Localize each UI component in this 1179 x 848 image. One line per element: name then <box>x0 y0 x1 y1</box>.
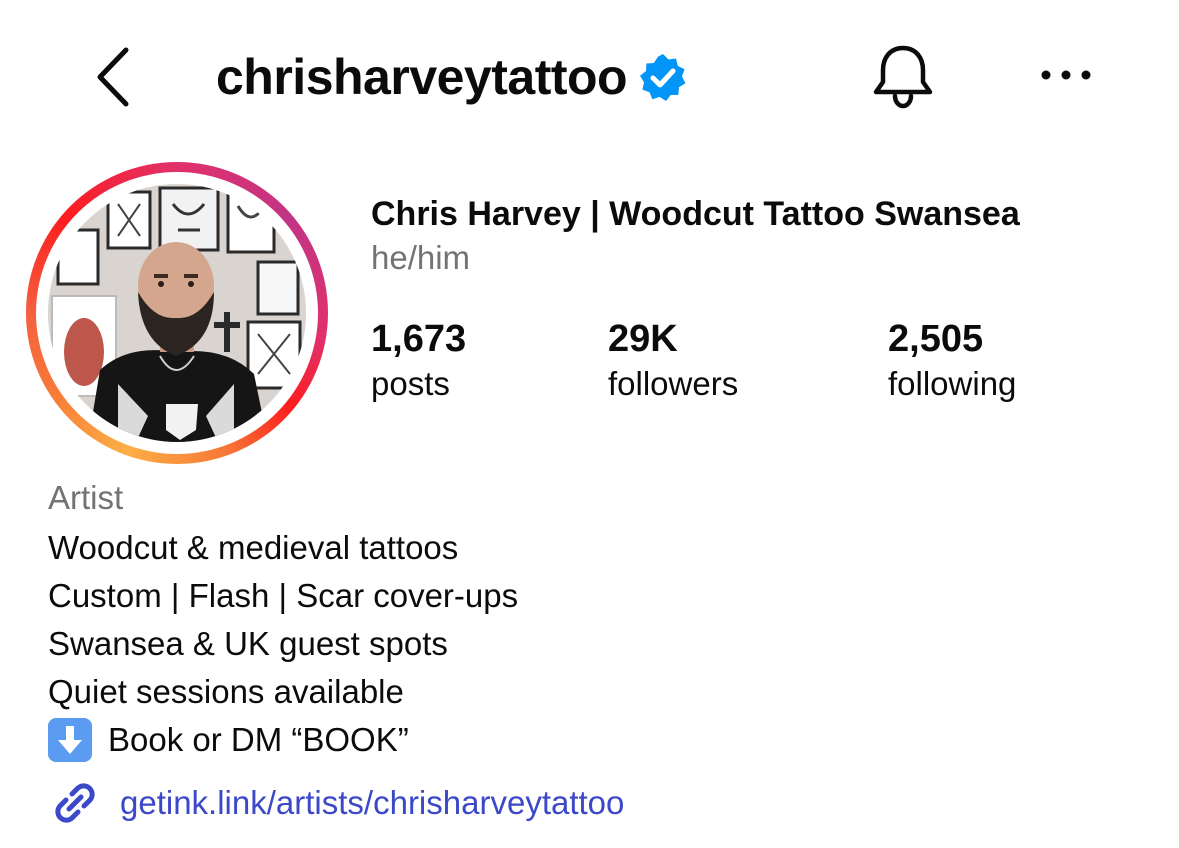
profile-pronouns: he/him <box>371 239 471 276</box>
following-count-button[interactable]: 2,505 following <box>888 316 1016 406</box>
notifications-button[interactable] <box>868 40 938 112</box>
profile-header: chrisharveytattoo <box>0 0 1179 150</box>
bio-line: Swansea & UK guest spots <box>48 625 448 662</box>
followers-label: followers <box>608 365 739 402</box>
following-count: 2,505 <box>888 318 984 360</box>
verified-badge-icon <box>640 54 686 101</box>
followers-count-button[interactable]: 29K followers <box>608 316 738 406</box>
profile-bio: Woodcut & medieval tattoos Custom | Flas… <box>48 524 518 764</box>
down-arrow-emoji-icon <box>48 718 92 762</box>
more-options-icon <box>1041 70 1091 80</box>
avatar-photo-image <box>48 184 306 442</box>
bio-line: Quiet sessions available <box>48 673 404 710</box>
followers-count: 29K <box>608 318 678 360</box>
bell-icon <box>873 45 933 109</box>
avatar <box>48 184 306 442</box>
profile-category: Artist <box>48 479 124 516</box>
bio-line-text: Book or DM “BOOK” <box>108 721 409 758</box>
username: chrisharveytattoo <box>216 49 628 105</box>
following-label: following <box>888 365 1017 402</box>
back-button[interactable] <box>88 44 144 110</box>
profile-avatar-story-ring[interactable] <box>26 162 328 464</box>
bio-line: Custom | Flash | Scar cover-ups <box>48 577 519 614</box>
username-title: chrisharveytattoo <box>216 44 689 110</box>
link-icon <box>55 783 95 823</box>
bio-line: Woodcut & medieval tattoos <box>48 529 459 566</box>
posts-count-button[interactable]: 1,673 posts <box>371 316 466 406</box>
more-options-button[interactable] <box>1036 60 1096 90</box>
chevron-left-icon <box>97 47 129 107</box>
bio-line-booking: Book or DM “BOOK” <box>48 716 518 764</box>
profile-link-text[interactable]: getink.link/artists/chrisharveytattoo <box>120 779 624 827</box>
posts-count: 1,673 <box>371 318 467 360</box>
posts-label: posts <box>371 365 450 402</box>
profile-full-name: Chris Harvey | Woodcut Tattoo Swansea <box>371 195 1020 233</box>
profile-link[interactable]: getink.link/artists/chrisharveytattoo <box>48 776 624 830</box>
